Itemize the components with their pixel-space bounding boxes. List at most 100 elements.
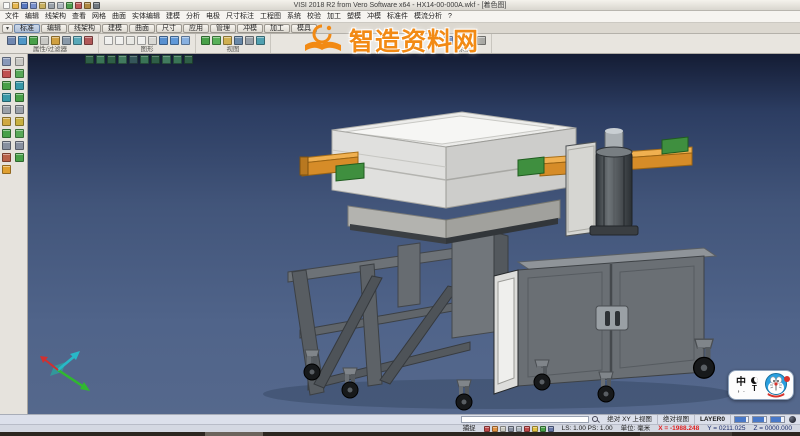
mask-icon[interactable]	[62, 36, 71, 45]
snap-layer-icon[interactable]	[532, 426, 538, 432]
snap-axis-icon[interactable]	[508, 426, 514, 432]
point-tool-icon[interactable]	[2, 57, 11, 66]
menu-item[interactable]: 分析	[183, 11, 203, 23]
delete-tool-icon[interactable]	[2, 69, 11, 78]
snap-intersect-icon[interactable]	[516, 426, 522, 432]
redo-icon[interactable]	[75, 2, 82, 9]
ribbon-tab[interactable]: 曲面	[129, 24, 155, 33]
menu-item[interactable]: 电极	[203, 11, 223, 23]
redraw-icon[interactable]	[126, 36, 135, 45]
menu-item[interactable]: 实体编辑	[129, 11, 163, 23]
measure-tool-icon[interactable]	[2, 165, 11, 174]
render-icon[interactable]	[212, 36, 221, 45]
database-icon[interactable]	[455, 36, 464, 45]
new-file-icon[interactable]	[3, 2, 10, 9]
visibility-icon[interactable]	[73, 36, 82, 45]
zoom-icon[interactable]	[159, 36, 168, 45]
camera-icon[interactable]	[256, 36, 265, 45]
ime-fullwidth-moon-icon[interactable]	[751, 377, 758, 384]
ime-toolbar[interactable]: 中 ，. T	[728, 370, 794, 400]
ribbon-tab[interactable]: 应用	[183, 24, 209, 33]
taskbar-button[interactable]	[205, 432, 263, 436]
top-view-icon[interactable]	[96, 55, 105, 64]
pause-snap-icon[interactable]	[484, 426, 490, 432]
ime-mode-chinese-button[interactable]: 中	[736, 377, 746, 388]
grid-icon[interactable]	[15, 153, 24, 162]
menu-item[interactable]: 冲模	[364, 11, 384, 23]
surface-tool-icon[interactable]	[2, 129, 11, 138]
section-icon[interactable]	[245, 36, 254, 45]
crosshair-icon[interactable]	[548, 426, 554, 432]
menu-item[interactable]: 尺寸标注	[223, 11, 257, 23]
pan-view-icon[interactable]	[15, 81, 24, 90]
system-info-icon[interactable]	[477, 36, 486, 45]
active-layer-button[interactable]: LAYER0	[695, 415, 731, 424]
undo-icon[interactable]	[66, 2, 73, 9]
menu-item[interactable]: 加工	[324, 11, 344, 23]
menu-item[interactable]: 文件	[2, 11, 22, 23]
view-mode-button[interactable]: 绝对视图	[658, 415, 695, 424]
history-clock-icon[interactable]	[540, 426, 546, 432]
orbit-icon[interactable]	[184, 55, 193, 64]
menu-item[interactable]: 线架构	[42, 11, 69, 23]
new-window-icon[interactable]	[104, 36, 113, 45]
view-mode-icon[interactable]	[181, 36, 190, 45]
workplane-button[interactable]: 绝对 XY 上视图	[602, 415, 658, 424]
hidden-line-icon[interactable]	[151, 55, 160, 64]
system-config-icon[interactable]	[444, 36, 453, 45]
print-icon[interactable]	[48, 2, 55, 9]
layers-icon[interactable]	[15, 129, 24, 138]
light-icon[interactable]	[223, 36, 232, 45]
print-graphics-icon[interactable]	[137, 36, 146, 45]
wireframe-mode-icon[interactable]	[140, 55, 149, 64]
type-filter-icon[interactable]	[40, 36, 49, 45]
ribbon-tab[interactable]: 建模	[102, 24, 128, 33]
system-tools-icon[interactable]	[466, 36, 475, 45]
attribute-icon[interactable]	[7, 36, 16, 45]
ribbon-tab[interactable]: 标准	[14, 24, 40, 33]
line-tool-icon[interactable]	[2, 81, 11, 90]
iso-view-icon[interactable]	[85, 55, 94, 64]
ribbon-tab[interactable]: 模具	[291, 24, 317, 33]
arc-tool-icon[interactable]	[2, 93, 11, 102]
menu-item[interactable]: 建模	[163, 11, 183, 23]
menu-item[interactable]: 塑模	[344, 11, 364, 23]
menu-item[interactable]: ?	[445, 11, 455, 23]
snap-center-icon[interactable]	[524, 426, 530, 432]
ime-toolbox-button[interactable]: T	[752, 384, 757, 393]
curve-tool-icon[interactable]	[2, 117, 11, 126]
pan-icon[interactable]	[170, 36, 179, 45]
open-file-icon[interactable]	[12, 2, 19, 9]
ribbon-tab[interactable]: 线架构	[68, 24, 101, 33]
render-mode-sphere-icon[interactable]	[789, 416, 796, 423]
menu-item[interactable]: 编辑	[22, 11, 42, 23]
taskbar-button[interactable]	[640, 432, 732, 436]
background-icon[interactable]	[234, 36, 243, 45]
snap-point-icon[interactable]	[492, 426, 498, 432]
tab-overflow-dropdown[interactable]: ▾	[2, 24, 13, 33]
trim-tool-icon[interactable]	[2, 153, 11, 162]
perspective-icon[interactable]	[162, 55, 171, 64]
copy-image-icon[interactable]	[148, 36, 157, 45]
3d-viewport[interactable]: 中 ，. T	[28, 54, 800, 414]
solid-tool-icon[interactable]	[2, 141, 11, 150]
shading-icon[interactable]	[15, 105, 24, 114]
menu-item[interactable]: 网格	[89, 11, 109, 23]
menu-item[interactable]: 标准件	[384, 11, 411, 23]
zoom-all-icon[interactable]	[173, 55, 182, 64]
snap-grid-icon[interactable]	[500, 426, 506, 432]
save-all-icon[interactable]	[30, 2, 37, 9]
snap-settings-icon[interactable]	[15, 141, 24, 150]
zoom-window-icon[interactable]	[15, 69, 24, 78]
right-view-icon[interactable]	[118, 55, 127, 64]
ribbon-tab[interactable]: 冲模	[237, 24, 263, 33]
menu-item[interactable]: 工程图	[257, 11, 284, 23]
selection-filter-icon[interactable]	[51, 36, 60, 45]
preview-icon[interactable]	[57, 2, 64, 9]
refresh-icon[interactable]	[115, 36, 124, 45]
ime-punctuation-button[interactable]: ，.	[737, 388, 745, 394]
circle-tool-icon[interactable]	[2, 105, 11, 114]
front-view-icon[interactable]	[107, 55, 116, 64]
layer-filter-icon[interactable]	[29, 36, 38, 45]
ribbon-tab[interactable]: 管理	[210, 24, 236, 33]
